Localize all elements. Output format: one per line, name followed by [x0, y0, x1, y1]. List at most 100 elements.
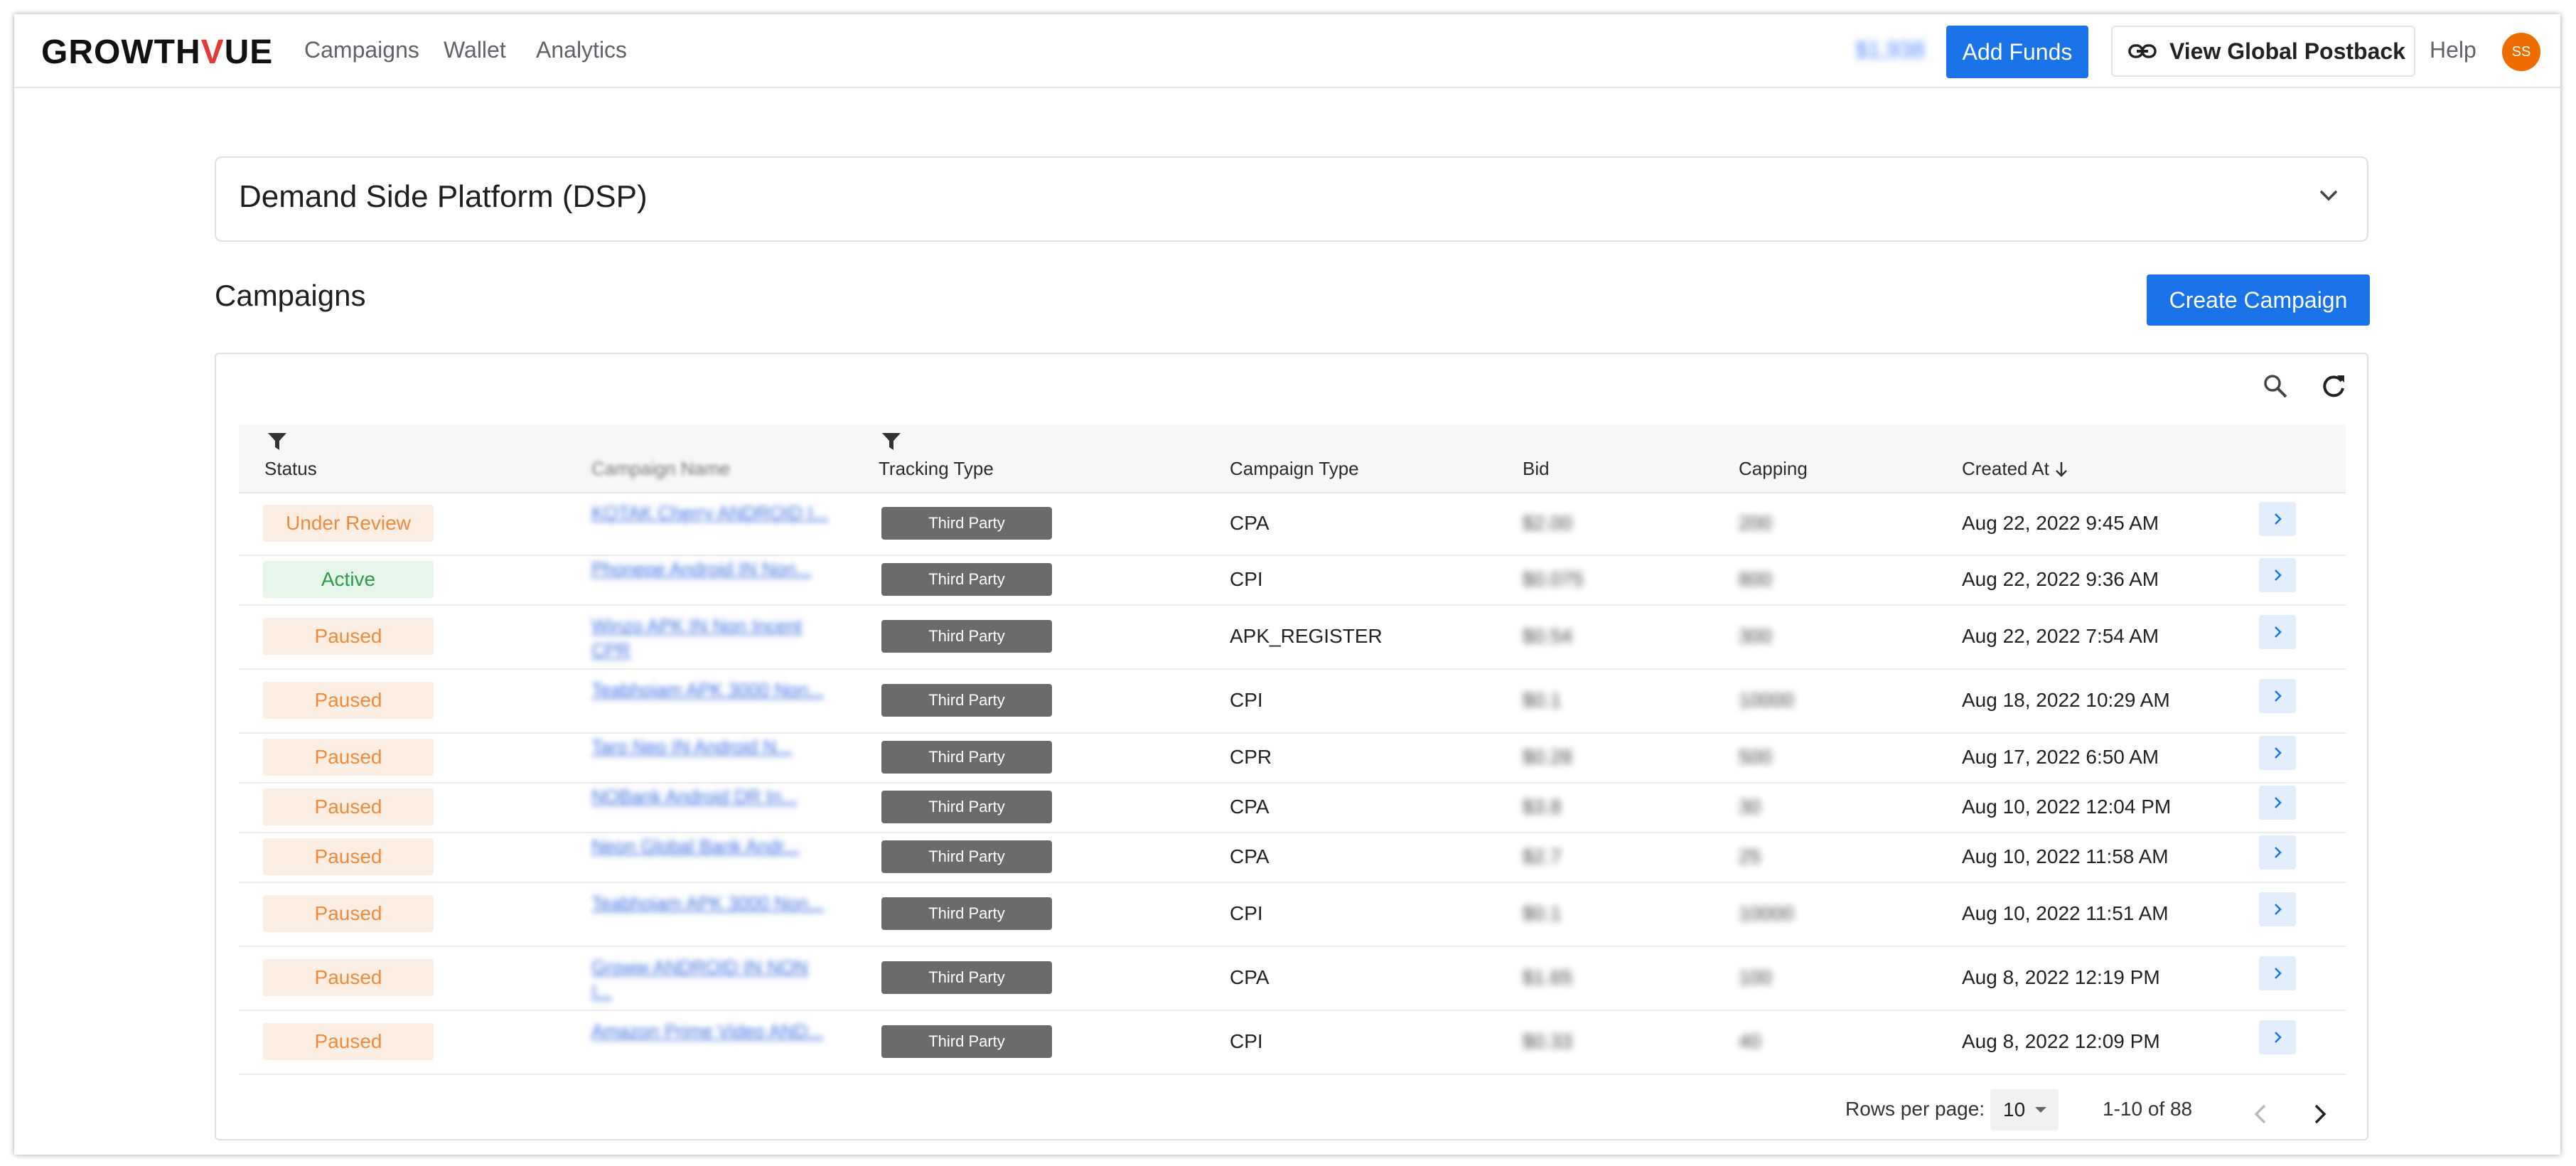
campaign-type: CPA	[1230, 512, 1270, 534]
chevron-right-icon	[2275, 569, 2282, 581]
table-row[interactable]: Paused Taro Neo IN Android N... Third Part…	[239, 732, 2346, 783]
bid-value: $0.33	[1523, 1030, 1573, 1052]
tracking-type-badge: Third Party	[881, 563, 1052, 596]
filter-icon[interactable]	[881, 432, 901, 451]
filter-icon[interactable]	[267, 432, 287, 451]
created-at-value: Aug 10, 2022 11:58 AM	[1962, 845, 2169, 867]
table-row[interactable]: Paused NOBank Android DR In... Third Party…	[239, 782, 2346, 833]
table-row[interactable]: Active Phonepe Android IN Non... Third Par…	[239, 555, 2346, 606]
chevron-right-icon	[2275, 847, 2282, 858]
chevron-right-icon	[2275, 968, 2282, 979]
row-details-button[interactable]	[2259, 736, 2296, 770]
table-row[interactable]: Paused Winzo APK IN Non Incent CPR Third P…	[239, 604, 2346, 670]
column-header-capping[interactable]: Capping	[1739, 458, 1808, 480]
campaign-name-link[interactable]: KOTAK Cherry ANDROID I...	[591, 501, 833, 525]
column-header-tracking-type[interactable]: Tracking Type	[879, 458, 994, 480]
bid-value: $3.8	[1523, 796, 1562, 818]
rows-per-page-select[interactable]: 10	[1990, 1089, 2059, 1130]
created-at-value: Aug 8, 2022 12:09 PM	[1962, 1030, 2160, 1052]
caret-down-icon	[2035, 1107, 2047, 1113]
created-at-value: Aug 10, 2022 11:51 AM	[1962, 902, 2169, 924]
dsp-accordion[interactable]: Demand Side Platform (DSP)	[215, 156, 2368, 242]
bid-value: $2.00	[1523, 512, 1573, 534]
bid-value: $1.65	[1523, 966, 1573, 988]
row-details-button[interactable]	[2259, 835, 2296, 870]
row-details-button[interactable]	[2259, 786, 2296, 820]
capping-value: 25	[1739, 845, 1761, 867]
created-at-value: Aug 22, 2022 7:54 AM	[1962, 625, 2159, 647]
chevron-left-icon[interactable]	[2253, 1103, 2268, 1125]
refresh-icon[interactable]	[2320, 373, 2347, 400]
capping-value: 300	[1739, 625, 1772, 647]
row-details-button[interactable]	[2259, 956, 2296, 990]
campaign-type: CPI	[1230, 902, 1263, 924]
table-row[interactable]: Paused Teabhojam APK 3000 Non... Third Par…	[239, 882, 2346, 947]
search-icon[interactable]	[2262, 373, 2289, 400]
campaign-name-link[interactable]: Amazon Prime Video AND...	[591, 1019, 833, 1043]
row-details-button[interactable]	[2259, 1020, 2296, 1054]
status-badge: Active	[263, 561, 434, 598]
campaign-name-link[interactable]: NOBank Android DR In...	[591, 784, 833, 808]
campaign-name-link[interactable]: Teabhojam APK 3000 Non...	[591, 891, 833, 915]
view-global-postback-button[interactable]: View Global Postback	[2111, 26, 2415, 77]
rows-per-page-value: 10	[2003, 1098, 2026, 1120]
sort-down-icon[interactable]	[2054, 461, 2068, 478]
campaign-name-link[interactable]: Phonepe Android IN Non...	[591, 557, 833, 581]
growthvue-logo[interactable]: GROWTHVUE	[41, 33, 273, 72]
chevron-right-icon[interactable]	[2313, 1103, 2327, 1125]
tracking-type-badge: Third Party	[881, 1025, 1052, 1058]
table-row[interactable]: Paused Groww ANDROID IN NON I... Third Par…	[239, 946, 2346, 1011]
add-funds-button[interactable]: Add Funds	[1946, 26, 2088, 78]
campaign-name-link[interactable]: Taro Neo IN Android N...	[591, 734, 833, 759]
bid-value: $0.28	[1523, 746, 1573, 768]
table-row[interactable]: Paused Neon Global Bank Andr... Third Part…	[239, 832, 2346, 883]
tracking-type-badge: Third Party	[881, 741, 1052, 774]
pagination-range: 1-10 of 88	[2103, 1098, 2193, 1120]
table-row[interactable]: Paused Teabhojam APK 3000 Non... Third Par…	[239, 668, 2346, 734]
column-header-bid[interactable]: Bid	[1523, 458, 1550, 480]
status-badge: Paused	[263, 959, 434, 996]
campaign-name-link[interactable]: Winzo APK IN Non Incent CPR	[591, 614, 833, 662]
bid-value: $2.7	[1523, 845, 1562, 867]
nav-link-analytics[interactable]: Analytics	[536, 37, 627, 63]
row-details-button[interactable]	[2259, 615, 2296, 649]
column-header-status[interactable]: Status	[264, 458, 317, 480]
row-details-button[interactable]	[2259, 502, 2296, 536]
column-header-campaign-type[interactable]: Campaign Type	[1230, 458, 1359, 480]
row-details-button[interactable]	[2259, 892, 2296, 926]
created-at-value: Aug 18, 2022 10:29 AM	[1962, 689, 2170, 711]
table-row[interactable]: Under Review KOTAK Cherry ANDROID I... Thi…	[239, 492, 2346, 556]
chevron-right-icon	[2275, 690, 2282, 702]
capping-value: 500	[1739, 746, 1772, 768]
nav-link-campaigns[interactable]: Campaigns	[304, 37, 419, 63]
row-details-button[interactable]	[2259, 679, 2296, 713]
column-header-created-at[interactable]: Created At	[1962, 458, 2068, 480]
campaign-name-link[interactable]: Neon Global Bank Andr...	[591, 834, 833, 858]
logo-text-post: UE	[224, 33, 274, 71]
top-navbar: GROWTHVUE Campaigns Wallet Analytics $1,…	[14, 14, 2560, 88]
campaign-name-link[interactable]: Groww ANDROID IN NON I...	[591, 955, 833, 1003]
row-details-button[interactable]	[2259, 558, 2296, 592]
chevron-right-icon	[2275, 626, 2282, 638]
nav-link-wallet[interactable]: Wallet	[444, 37, 506, 63]
logo-text-pre: GROWTH	[41, 33, 201, 71]
app-frame: GROWTHVUE Campaigns Wallet Analytics $1,…	[14, 14, 2560, 1155]
campaign-name-link[interactable]: Teabhojam APK 3000 Non...	[591, 678, 833, 702]
capping-value: 100	[1739, 966, 1772, 988]
wallet-balance: $1,938	[1855, 37, 1925, 63]
create-campaign-button[interactable]: Create Campaign	[2147, 274, 2370, 326]
campaign-type: CPI	[1230, 1030, 1263, 1052]
help-link[interactable]: Help	[2430, 37, 2476, 63]
chevron-down-icon[interactable]	[2319, 189, 2339, 202]
bid-value: $0.54	[1523, 625, 1573, 647]
campaigns-table-card: Status Campaign Name Tracking Type Campa…	[215, 353, 2368, 1140]
capping-value: 10000	[1739, 902, 1794, 924]
tracking-type-badge: Third Party	[881, 620, 1052, 653]
column-header-campaign-name[interactable]: Campaign Name	[591, 458, 730, 480]
table-row[interactable]: Paused Amazon Prime Video AND... Third Par…	[239, 1010, 2346, 1075]
tracking-type-badge: Third Party	[881, 897, 1052, 930]
created-at-value: Aug 17, 2022 6:50 AM	[1962, 746, 2159, 768]
tracking-type-badge: Third Party	[881, 684, 1052, 717]
user-avatar[interactable]: SS	[2502, 33, 2540, 71]
bid-value: $0.1	[1523, 902, 1562, 924]
